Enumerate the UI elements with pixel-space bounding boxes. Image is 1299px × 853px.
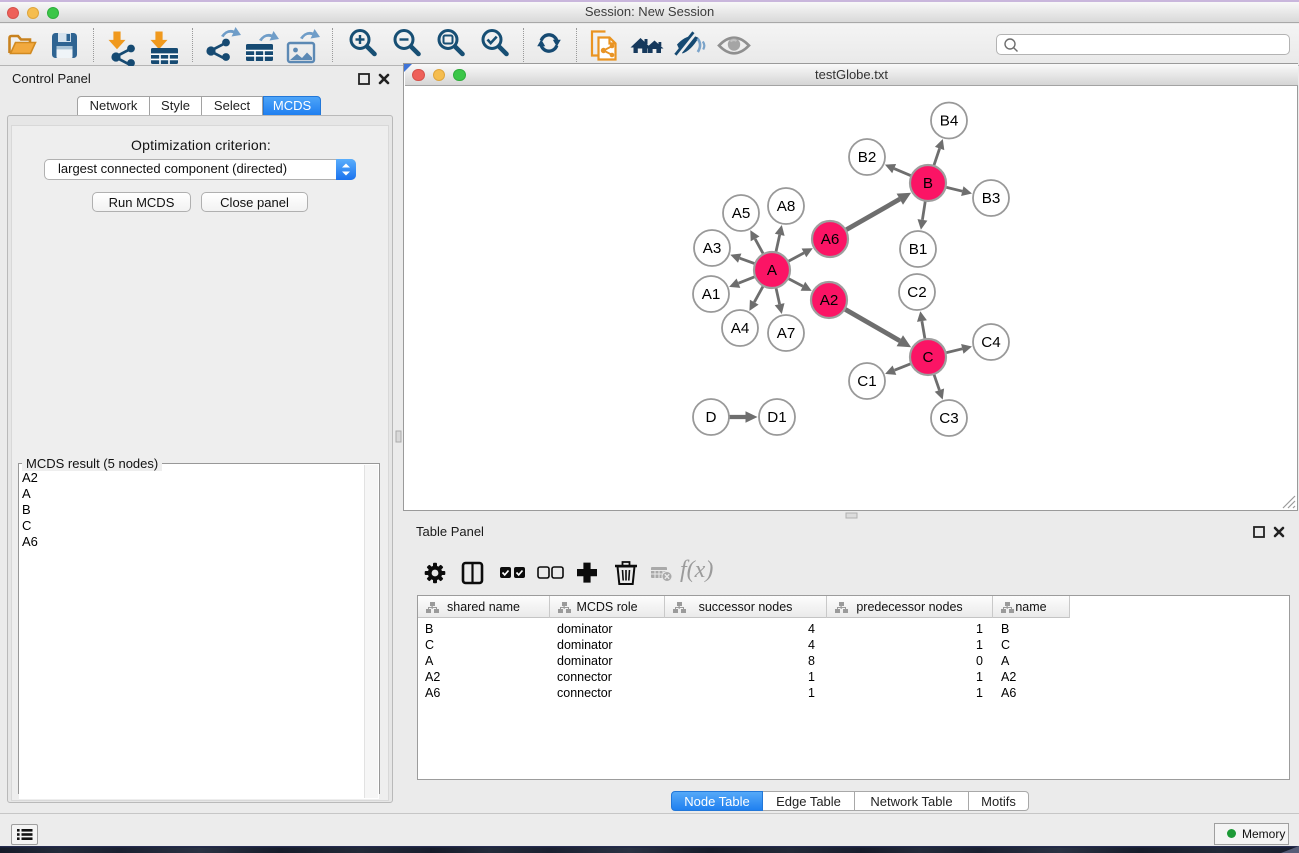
- svg-text:B3: B3: [982, 190, 1001, 207]
- svg-text:B: B: [923, 175, 933, 192]
- svg-text:B2: B2: [858, 149, 877, 166]
- svg-text:C1: C1: [857, 373, 876, 390]
- svg-text:A4: A4: [731, 320, 750, 337]
- svg-text:A6: A6: [821, 231, 840, 248]
- svg-text:C2: C2: [907, 284, 926, 301]
- svg-text:D: D: [706, 409, 717, 426]
- svg-text:C: C: [923, 349, 934, 366]
- svg-text:A1: A1: [702, 286, 721, 303]
- svg-text:C3: C3: [939, 410, 958, 427]
- svg-text:A7: A7: [777, 325, 796, 342]
- svg-text:A3: A3: [703, 240, 722, 257]
- svg-text:C4: C4: [981, 334, 1000, 351]
- svg-text:B1: B1: [909, 241, 928, 258]
- svg-text:D1: D1: [767, 409, 786, 426]
- svg-text:A5: A5: [732, 205, 751, 222]
- svg-text:A8: A8: [777, 198, 796, 215]
- svg-text:A2: A2: [820, 292, 839, 309]
- svg-text:A: A: [767, 262, 778, 279]
- svg-text:B4: B4: [940, 113, 959, 130]
